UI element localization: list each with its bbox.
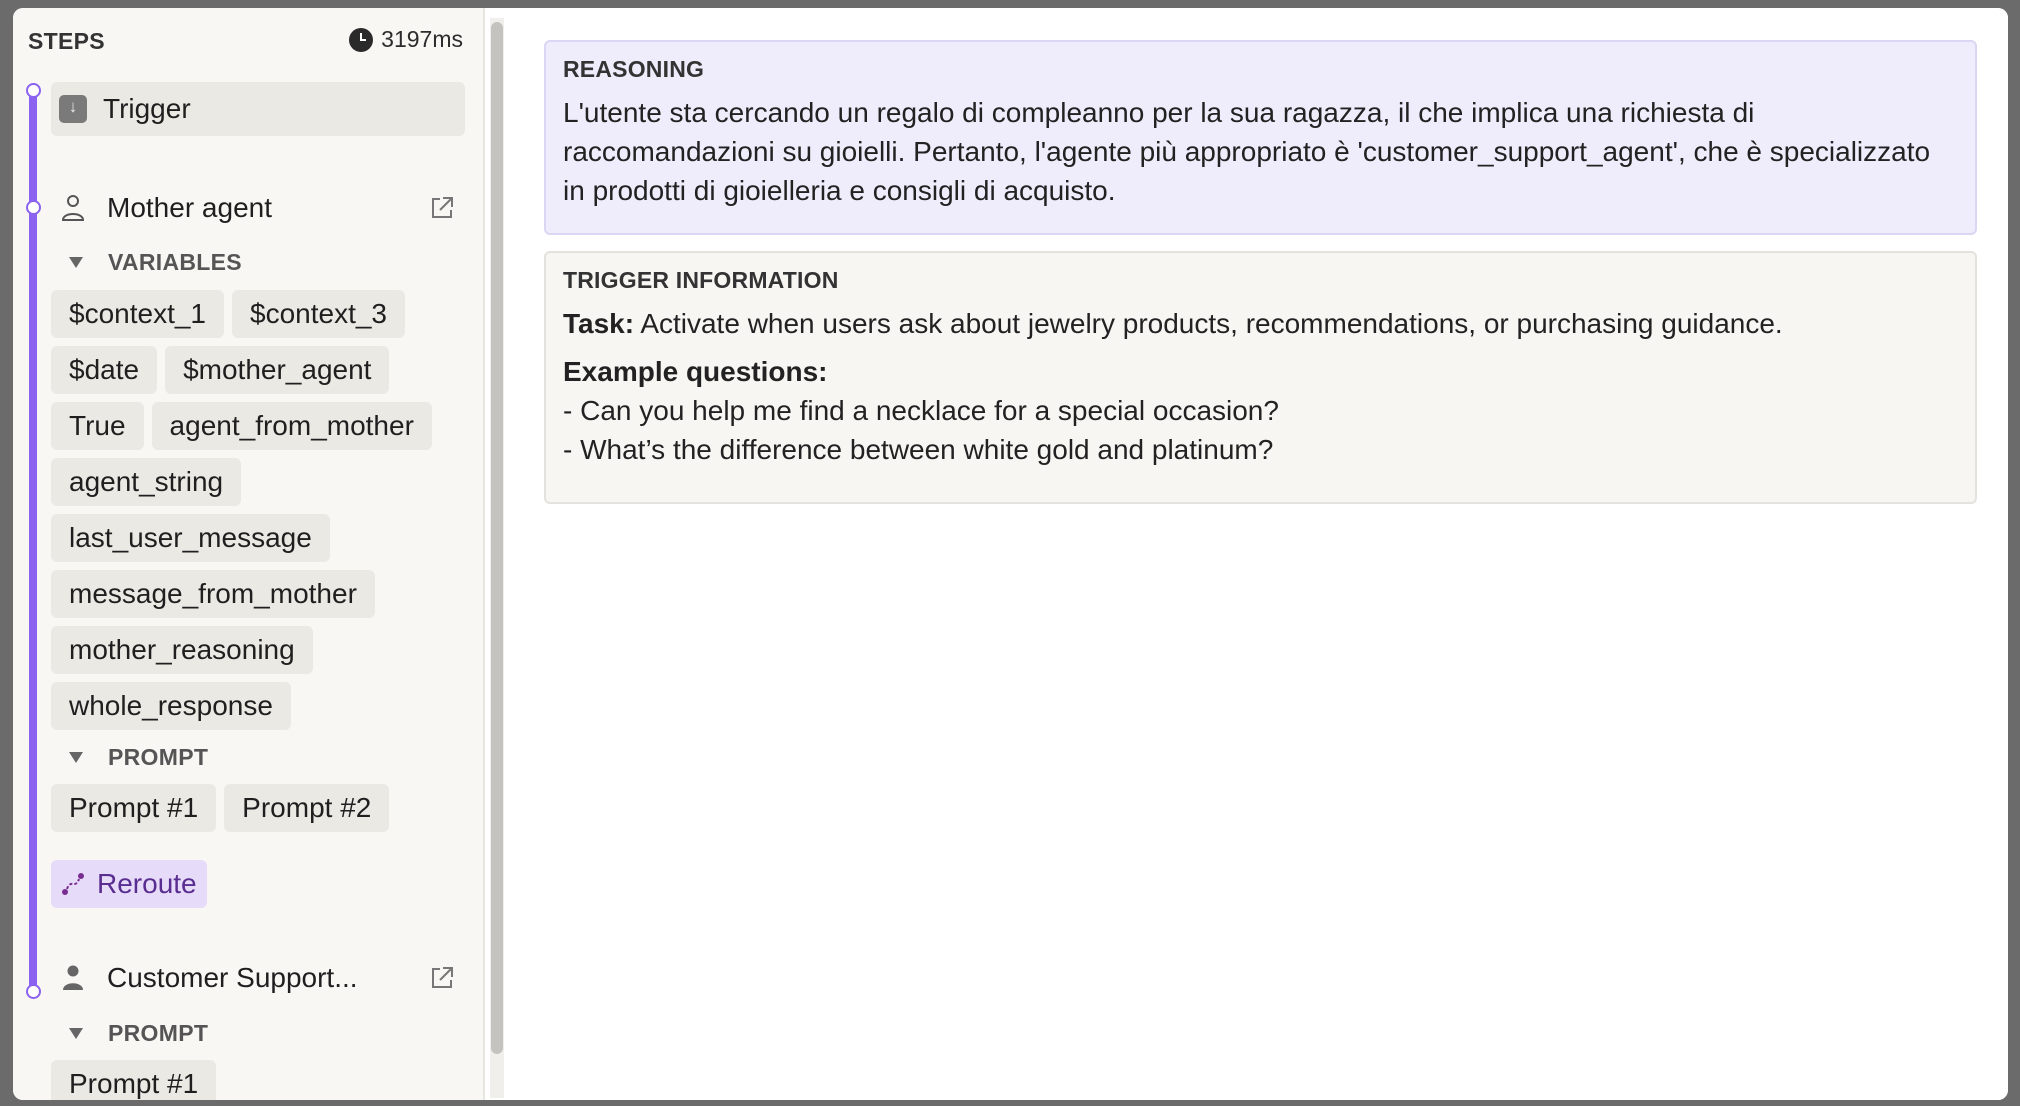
timeline-dot — [26, 83, 41, 98]
timeline-dot — [26, 984, 41, 999]
task-text: Activate when users ask about jewelry pr… — [640, 308, 1783, 339]
variable-chip[interactable]: last_user_message — [51, 514, 330, 562]
clock-icon — [349, 27, 374, 52]
variable-row: True agent_from_mother — [51, 402, 432, 450]
example-question: - What’s the difference between white go… — [563, 434, 1274, 465]
main-panel: REASONING L'utente sta cercando un regal… — [513, 8, 2008, 1100]
step-customer-support-agent[interactable]: Customer Support... — [51, 956, 465, 1000]
variable-row: agent_string — [51, 458, 242, 506]
prompt-chip[interactable]: Prompt #2 — [224, 784, 390, 832]
step-trigger[interactable]: Trigger — [51, 82, 465, 136]
variable-chip[interactable]: $context_3 — [232, 290, 405, 338]
trigger-information-title: TRIGGER INFORMATION — [563, 267, 839, 293]
reasoning-text: L'utente sta cercando un regalo di compl… — [563, 97, 1931, 206]
variable-chip[interactable]: $date — [51, 346, 158, 394]
variable-chip[interactable]: $context_1 — [51, 290, 224, 338]
reasoning-title: REASONING — [563, 56, 705, 82]
variables-header[interactable]: VARIABLES — [69, 249, 242, 276]
collapse-triangle-icon — [69, 1028, 83, 1039]
collapse-triangle-icon — [69, 752, 83, 763]
prompt-chip[interactable]: Prompt #1 — [51, 784, 217, 832]
trigger-information-card: TRIGGER INFORMATION Task: Activate when … — [544, 251, 1977, 504]
timeline-dot — [26, 200, 41, 215]
variable-row: $context_1 $context_3 — [51, 290, 405, 338]
reroute-icon — [61, 872, 85, 896]
task-line: Task: Activate when users ask about jewe… — [563, 304, 1958, 343]
prompt-header[interactable]: PROMPT — [69, 1020, 208, 1047]
external-link-icon[interactable] — [429, 195, 455, 221]
prompt-chip[interactable]: Prompt #1 — [51, 1060, 217, 1100]
reasoning-card: REASONING L'utente sta cercando un regal… — [544, 40, 1977, 235]
prompt-header[interactable]: PROMPT — [69, 744, 208, 771]
step-mother-agent[interactable]: Mother agent — [51, 186, 465, 230]
step-trigger-label: Trigger — [103, 93, 191, 124]
prompt-row: Prompt #1 Prompt #2 — [51, 784, 390, 832]
variables-header-label: VARIABLES — [108, 249, 242, 275]
sidebar-scrollbar-thumb[interactable] — [491, 22, 503, 1054]
step-reroute[interactable]: Reroute — [51, 860, 207, 908]
timer-value: 3197ms — [381, 26, 463, 52]
variable-row: whole_response — [51, 682, 291, 730]
steps-sidebar: STEPS 3197ms Trigger Mother agent — [13, 8, 485, 1100]
variable-row: mother_reasoning — [51, 626, 313, 674]
agent-person-icon — [61, 964, 87, 992]
prompt-row: Prompt #1 — [51, 1060, 217, 1100]
mother-agent-label: Mother agent — [107, 192, 272, 223]
app-window: STEPS 3197ms Trigger Mother agent — [13, 8, 2008, 1100]
trigger-download-icon — [59, 95, 87, 123]
reroute-label: Reroute — [97, 868, 197, 899]
variable-chip[interactable]: $mother_agent — [165, 346, 390, 394]
customer-support-label: Customer Support... — [107, 962, 358, 993]
variable-chip[interactable]: True — [51, 402, 144, 450]
steps-header: STEPS 3197ms — [28, 22, 463, 62]
timeline-line — [29, 90, 37, 998]
variable-chip[interactable]: agent_from_mother — [151, 402, 432, 450]
variable-row: last_user_message — [51, 514, 330, 562]
collapse-triangle-icon — [69, 257, 83, 268]
variable-chip[interactable]: whole_response — [51, 682, 291, 730]
agent-person-icon — [61, 194, 87, 222]
example-question: - Can you help me find a necklace for a … — [563, 395, 1279, 426]
prompt-header-label: PROMPT — [108, 1020, 209, 1046]
prompt-header-label: PROMPT — [108, 744, 209, 770]
variable-chip[interactable]: message_from_mother — [51, 570, 375, 618]
variable-chip[interactable]: agent_string — [51, 458, 242, 506]
external-link-icon[interactable] — [429, 965, 455, 991]
steps-title: STEPS — [28, 28, 105, 54]
variable-row: message_from_mother — [51, 570, 375, 618]
variable-row: $date $mother_agent — [51, 346, 390, 394]
task-label: Task: — [563, 308, 635, 339]
example-questions-label: Example questions: — [563, 356, 828, 387]
timer: 3197ms — [349, 26, 463, 53]
variable-chip[interactable]: mother_reasoning — [51, 626, 313, 674]
